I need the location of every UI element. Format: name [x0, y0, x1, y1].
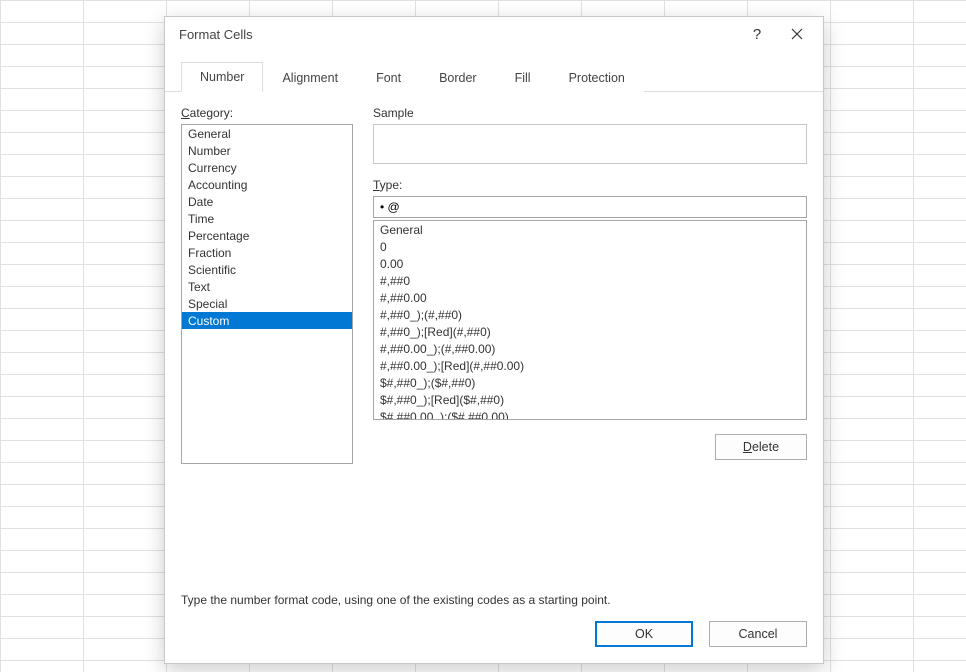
dialog-titlebar: Format Cells ? — [165, 17, 823, 51]
dialog-content: Category: General Number Currency Accoun… — [165, 92, 823, 575]
tab-alignment[interactable]: Alignment — [263, 63, 357, 92]
format-code-item[interactable]: 0 — [374, 238, 806, 255]
format-code-item[interactable]: $#,##0_);($#,##0) — [374, 374, 806, 391]
sample-box — [373, 124, 807, 164]
format-code-item[interactable]: #,##0.00_);[Red](#,##0.00) — [374, 357, 806, 374]
cancel-button[interactable]: Cancel — [709, 621, 807, 647]
category-item-fraction[interactable]: Fraction — [182, 244, 352, 261]
format-code-list[interactable]: General 0 0.00 #,##0 #,##0.00 #,##0_);(#… — [373, 220, 807, 420]
format-details-column: Sample Type: General 0 0.00 #,##0 #,##0.… — [373, 106, 807, 565]
dialog-button-row: OK Cancel — [165, 607, 823, 663]
hint-text: Type the number format code, using one o… — [165, 575, 823, 607]
sample-label: Sample — [373, 106, 807, 120]
format-code-item[interactable]: General — [374, 221, 806, 238]
category-column: Category: General Number Currency Accoun… — [181, 106, 353, 565]
tab-font[interactable]: Font — [357, 63, 420, 92]
format-code-item[interactable]: #,##0_);(#,##0) — [374, 306, 806, 323]
category-item-currency[interactable]: Currency — [182, 159, 352, 176]
format-cells-dialog: Format Cells ? Number Alignment Font Bor… — [164, 16, 824, 664]
category-item-percentage[interactable]: Percentage — [182, 227, 352, 244]
close-icon — [791, 28, 803, 40]
category-list[interactable]: General Number Currency Accounting Date … — [181, 124, 353, 464]
tab-border[interactable]: Border — [420, 63, 496, 92]
type-label: Type: — [373, 178, 807, 192]
category-item-general[interactable]: General — [182, 125, 352, 142]
category-item-date[interactable]: Date — [182, 193, 352, 210]
tab-fill[interactable]: Fill — [496, 63, 550, 92]
ok-button[interactable]: OK — [595, 621, 693, 647]
delete-button[interactable]: Delete — [715, 434, 807, 460]
tabstrip: Number Alignment Font Border Fill Protec… — [165, 51, 823, 92]
delete-row: Delete — [373, 434, 807, 460]
format-code-item[interactable]: 0.00 — [374, 255, 806, 272]
dialog-title: Format Cells — [179, 27, 253, 42]
category-item-time[interactable]: Time — [182, 210, 352, 227]
format-code-item[interactable]: #,##0.00 — [374, 289, 806, 306]
category-item-number[interactable]: Number — [182, 142, 352, 159]
tab-protection[interactable]: Protection — [550, 63, 644, 92]
type-input[interactable] — [373, 196, 807, 218]
category-item-text[interactable]: Text — [182, 278, 352, 295]
format-code-item[interactable]: $#,##0_);[Red]($#,##0) — [374, 391, 806, 408]
format-code-item[interactable]: #,##0 — [374, 272, 806, 289]
format-code-item[interactable]: $#,##0.00_);($#,##0.00) — [374, 408, 806, 420]
close-button[interactable] — [777, 20, 817, 48]
format-code-item[interactable]: #,##0.00_);(#,##0.00) — [374, 340, 806, 357]
category-label: Category: — [181, 106, 353, 120]
format-code-item[interactable]: #,##0_);[Red](#,##0) — [374, 323, 806, 340]
category-item-accounting[interactable]: Accounting — [182, 176, 352, 193]
tab-number[interactable]: Number — [181, 62, 263, 92]
category-item-scientific[interactable]: Scientific — [182, 261, 352, 278]
category-item-custom[interactable]: Custom — [182, 312, 352, 329]
category-item-special[interactable]: Special — [182, 295, 352, 312]
help-button[interactable]: ? — [737, 20, 777, 48]
